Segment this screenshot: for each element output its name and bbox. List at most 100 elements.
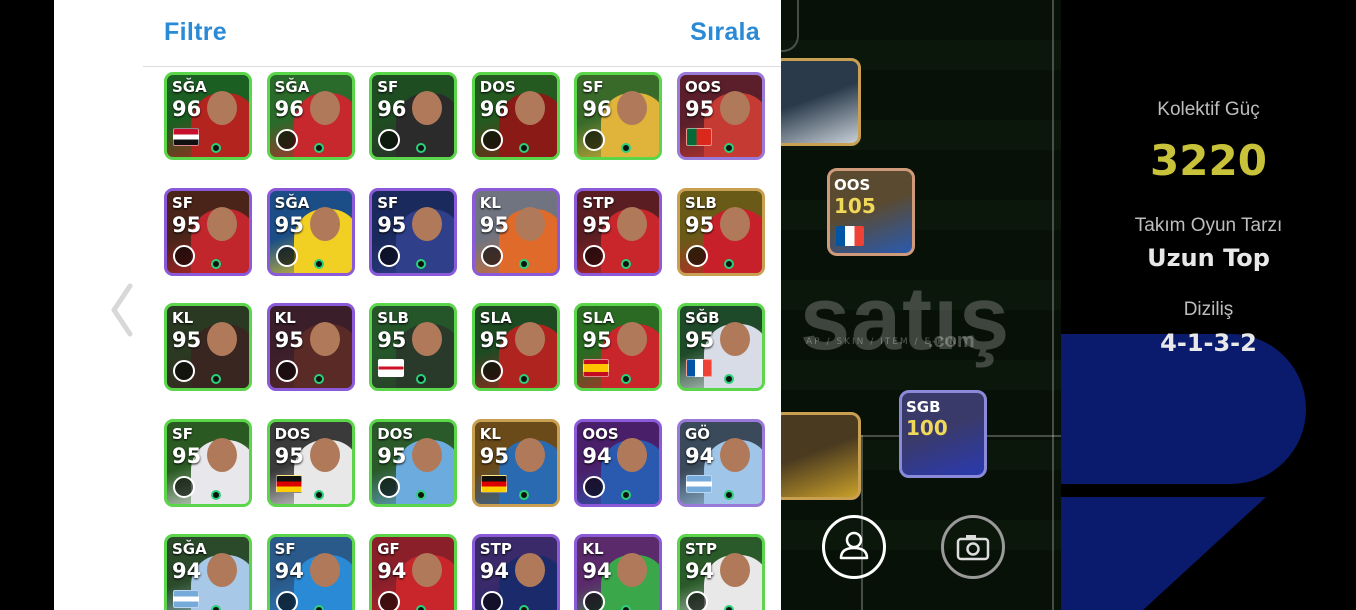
profile-button[interactable] (822, 515, 886, 579)
player-position: SF (172, 193, 194, 212)
player-rating: 94 (274, 559, 304, 583)
player-card[interactable]: SF 96 (369, 72, 458, 160)
player-card[interactable]: STP 95 (574, 187, 663, 276)
player-card[interactable]: SF 96 (574, 72, 663, 160)
camera-button[interactable] (941, 515, 1005, 579)
formation-player-card[interactable]: OOS 105 (827, 168, 915, 256)
player-card[interactable]: SĞA 96 (266, 72, 355, 160)
player-card[interactable]: GÖ 94 (677, 418, 765, 507)
inter-club-badge-icon (378, 244, 401, 267)
player-rating: 96 (274, 97, 304, 121)
watermark-logo: satış (800, 269, 1011, 369)
player-card[interactable]: DOS 96 (471, 72, 560, 160)
player-face (617, 206, 648, 241)
player-face (412, 206, 443, 241)
player-position: SĞA (274, 193, 310, 212)
player-card[interactable]: STP 94 (471, 534, 560, 610)
player-position: SĞB (685, 309, 720, 327)
player-rating: 95 (172, 328, 202, 352)
player-position: STP (479, 540, 512, 558)
england-flag-icon (378, 359, 405, 377)
player-rating: 95 (479, 212, 510, 237)
card-indicator-icon (313, 258, 324, 269)
liverpool-club-badge-icon (173, 360, 195, 382)
player-card[interactable]: GF 94 (369, 534, 458, 610)
sociedad-club-badge-icon (583, 475, 606, 498)
card-indicator-icon (313, 143, 324, 153)
card-indicator-icon (211, 258, 221, 269)
player-card[interactable]: KL 95 (266, 303, 355, 391)
player-card[interactable]: KL 95 (471, 187, 560, 276)
user-icon (839, 531, 869, 560)
milan-club-badge-icon (480, 129, 503, 151)
player-face (412, 91, 443, 125)
card-indicator-icon (313, 374, 324, 384)
player-position: KL (479, 193, 501, 212)
bayern-club-badge-icon (378, 591, 401, 610)
player-face (720, 437, 750, 472)
sort-button[interactable]: Sırala (690, 18, 760, 47)
player-face (514, 553, 545, 587)
player-rating: 95 (685, 328, 715, 352)
player-card[interactable]: SF 95 (164, 187, 252, 276)
player-card[interactable]: KL 95 (471, 418, 560, 507)
card-indicator-icon (518, 489, 529, 500)
card-indicator-icon (211, 489, 221, 500)
argentina-flag-icon (173, 590, 199, 608)
player-card[interactable]: DOS 95 (369, 418, 458, 507)
milan-club-badge-icon (480, 360, 503, 382)
player-card[interactable]: SĞA 95 (266, 187, 355, 276)
card-indicator-icon (724, 489, 734, 500)
player-rating: 95 (685, 212, 715, 237)
player-card[interactable]: KL 94 (574, 534, 663, 610)
germany-flag-icon (480, 474, 507, 493)
player-card[interactable]: OOS 94 (574, 418, 663, 507)
card-indicator-icon (724, 258, 734, 269)
player-face (720, 206, 750, 241)
player-position: SF (377, 78, 399, 96)
player-card[interactable]: SF 94 (266, 534, 355, 610)
player-face (207, 206, 237, 241)
card-indicator-icon (211, 143, 221, 153)
player-position: SĞA (274, 78, 310, 96)
player-card[interactable]: SF 95 (164, 418, 252, 507)
player-position: SLB (377, 309, 409, 327)
player-rating: 95 (274, 328, 304, 352)
player-card[interactable]: SLB 95 (369, 303, 458, 391)
chevron-left-icon[interactable] (108, 282, 138, 338)
player-rating: 95 (582, 212, 612, 237)
pitch-arc (781, 0, 799, 52)
formation-player-card[interactable]: SGB 100 (899, 390, 987, 478)
player-card[interactable]: SF 95 (369, 187, 458, 276)
card-indicator-icon (724, 605, 734, 610)
card-indicator-icon (724, 374, 734, 384)
camera-icon (956, 535, 990, 561)
player-position: KL (274, 309, 296, 327)
barcelona-club-badge-icon (583, 591, 606, 610)
realsociedad-club-badge-icon (686, 591, 708, 610)
player-card[interactable]: DOS 95 (266, 418, 355, 507)
player-card[interactable]: SLB 95 (677, 187, 765, 276)
player-card[interactable]: SĞA 96 (164, 72, 252, 160)
player-position: SLA (582, 309, 615, 327)
player-rating: 105 (834, 194, 876, 218)
player-card[interactable]: OOS 95 (677, 72, 765, 160)
card-indicator-icon (518, 605, 529, 610)
filter-button[interactable]: Filtre (164, 18, 227, 47)
player-position: SĞA (172, 540, 207, 558)
player-face (309, 553, 340, 587)
player-rating: 95 (479, 443, 510, 468)
player-card[interactable]: SĞB 95 (677, 303, 765, 391)
player-card[interactable]: SLA 95 (471, 303, 560, 391)
player-position: SLA (479, 309, 512, 327)
formation-player-card[interactable] (781, 58, 861, 146)
france-flag-icon (686, 359, 712, 377)
player-rating: 95 (377, 212, 407, 237)
formation-player-card[interactable] (781, 412, 861, 500)
player-card[interactable]: STP 94 (677, 534, 765, 610)
player-card[interactable]: KL 95 (164, 303, 252, 391)
player-card[interactable]: SĞA 94 (164, 534, 252, 610)
decorative-shape (1061, 497, 1266, 610)
card-indicator-icon (211, 374, 221, 384)
player-card[interactable]: SLA 95 (574, 303, 663, 391)
